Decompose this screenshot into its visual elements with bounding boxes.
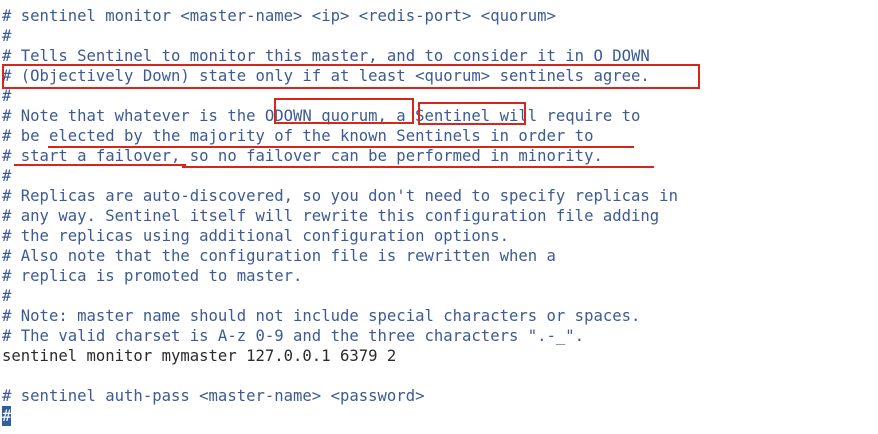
editor-line: # sentinel monitor <master-name> <ip> <r… [2,6,556,26]
editor-line: # [2,166,11,186]
highlight-box-a-sentinel [418,102,526,125]
editor-line: # [2,406,12,426]
editor-line-text: # be elected by the majority of the know… [2,127,594,145]
editor-line-text: # replica is promoted to master. [2,267,303,285]
editor-line: # replica is promoted to master. [2,266,302,286]
editor-line-text: # start a failover, so no failover can b… [2,147,603,165]
editor-line: # Note: master name should not include s… [2,306,640,326]
editor-line: # the replicas using additional configur… [2,226,509,246]
text-editor[interactable]: # sentinel monitor <master-name> <ip> <r… [0,0,878,434]
editor-line-text: # Also note that the configuration file … [2,247,556,265]
editor-line-text: # [2,87,12,105]
editor-line: # Replicas are auto-discovered, so you d… [2,186,678,206]
editor-line-text: # Replicas are auto-discovered, so you d… [2,187,678,205]
underline-start-failover [14,164,186,166]
editor-line: # [2,286,11,306]
editor-line: # [2,26,11,46]
editor-line: # [2,86,11,106]
editor-line-text: # [2,287,12,305]
editor-line-text: # Tells Sentinel to monitor this master,… [2,47,650,65]
editor-line: # any way. Sentinel itself will rewrite … [2,206,659,226]
editor-line: # Also note that the configuration file … [2,246,556,266]
editor-line-text: # the replicas using additional configur… [2,227,509,245]
editor-line: sentinel monitor mymaster 127.0.0.1 6379… [2,346,396,366]
editor-line-text: # any way. Sentinel itself will rewrite … [2,207,660,225]
editor-line-text: # Note: master name should not include s… [2,307,641,325]
underline-elected-majority [48,146,634,148]
editor-line-text: sentinel monitor mymaster 127.0.0.1 6379… [2,347,397,365]
highlight-box-odown-quorum [274,98,414,124]
editor-line-text: # [2,27,12,45]
editor-line-text: # sentinel auth-pass <master-name> <pass… [2,387,425,405]
text-cursor: # [2,406,12,426]
editor-line-text: # sentinel monitor <master-name> <ip> <r… [2,7,556,25]
editor-line-text: # The valid charset is A-z 0-9 and the t… [2,327,585,345]
editor-line: # The valid charset is A-z 0-9 and the t… [2,326,584,346]
underline-no-failover-minority [182,166,654,168]
editor-line: # sentinel auth-pass <master-name> <pass… [2,386,424,406]
editor-line: # be elected by the majority of the know… [2,126,593,146]
editor-line-text: # [2,167,12,185]
editor-line: # Tells Sentinel to monitor this master,… [2,46,650,66]
editor-line: # start a failover, so no failover can b… [2,146,603,166]
highlight-box-objectively-down [2,64,700,89]
